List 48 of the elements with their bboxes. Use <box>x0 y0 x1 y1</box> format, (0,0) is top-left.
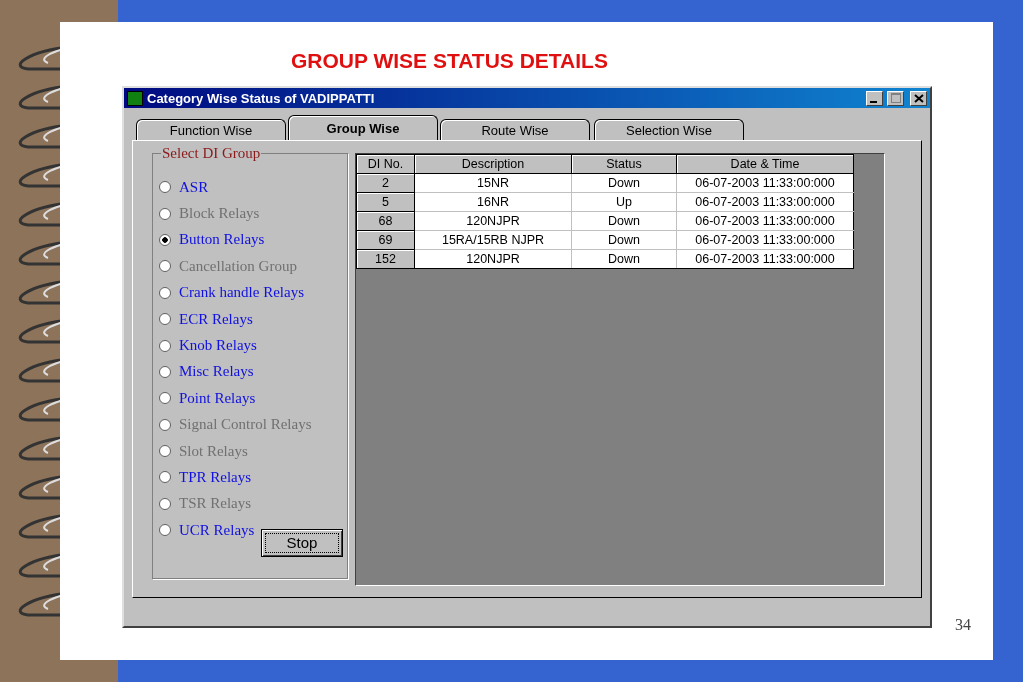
page-number: 34 <box>955 616 971 634</box>
column-header[interactable]: Description <box>414 154 572 174</box>
group-title: Select DI Group <box>161 145 262 162</box>
tab[interactable]: Function Wise <box>136 119 286 140</box>
close-icon[interactable] <box>910 90 927 106</box>
radio-option[interactable]: TPR Relays <box>159 464 347 491</box>
radio-option[interactable]: Knob Relays <box>159 332 347 359</box>
option-label: UCR Relays <box>179 521 255 539</box>
radio-icon[interactable] <box>159 181 171 194</box>
radio-icon[interactable] <box>159 365 171 378</box>
radio-option[interactable]: Point Relays <box>159 385 347 412</box>
radio-icon[interactable] <box>159 233 171 246</box>
option-label: Signal Control Relays <box>179 416 312 434</box>
radio-icon[interactable] <box>159 286 171 299</box>
tab[interactable]: Group Wise <box>288 115 438 140</box>
radio-icon[interactable] <box>159 524 171 537</box>
option-label: ASR <box>179 178 209 196</box>
stop-button[interactable]: Stop <box>261 529 343 558</box>
maximize-icon[interactable] <box>887 90 904 106</box>
app-icon <box>127 90 143 106</box>
radio-icon[interactable] <box>159 471 171 484</box>
tab[interactable]: Route Wise <box>440 119 590 140</box>
minimize-icon[interactable] <box>866 90 883 106</box>
column-header[interactable]: DI No. <box>356 154 415 174</box>
radio-icon[interactable] <box>159 313 171 326</box>
radio-option[interactable]: Misc Relays <box>159 358 347 386</box>
radio-option[interactable]: Button Relays <box>159 226 347 254</box>
radio-icon[interactable] <box>159 392 171 405</box>
tab[interactable]: Selection Wise <box>594 119 744 140</box>
window-title: Category Wise Status of VADIPPATTI <box>147 90 376 106</box>
radio-option[interactable]: ASR <box>159 174 347 201</box>
option-label: Misc Relays <box>179 363 254 381</box>
option-label: ECR Relays <box>179 310 253 328</box>
slide-title: GROUP WISE STATUS DETAILS <box>290 48 609 74</box>
option-label: TSR Relays <box>179 495 252 513</box>
option-label: Slot Relays <box>179 442 248 460</box>
option-label: Crank handle Relays <box>179 284 304 302</box>
option-label: Cancellation Group <box>179 257 297 275</box>
option-label: TPR Relays <box>179 469 252 486</box>
radio-icon[interactable] <box>159 339 171 352</box>
column-header[interactable]: Date & Time <box>676 154 854 174</box>
option-label: Point Relays <box>179 389 256 407</box>
column-header[interactable]: Status <box>571 154 677 174</box>
radio-option[interactable]: Crank handle Relays <box>159 279 347 306</box>
option-label: Button Relays <box>179 231 265 249</box>
radio-option[interactable]: ECR Relays <box>159 305 347 333</box>
option-label: Block Relays <box>179 205 260 223</box>
option-label: Knob Relays <box>179 337 257 355</box>
